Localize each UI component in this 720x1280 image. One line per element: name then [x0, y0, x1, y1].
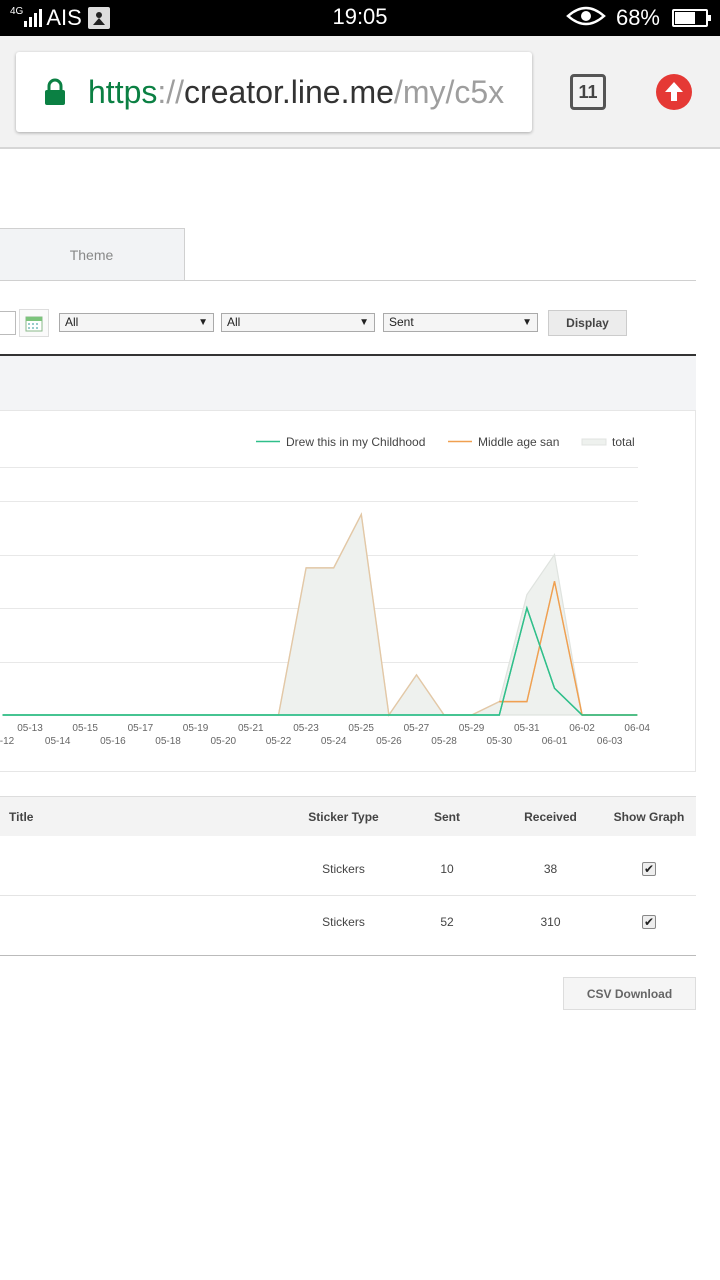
cell-title [0, 896, 292, 949]
calendar-icon[interactable] [19, 309, 49, 337]
x-tick-label: 05-14 [45, 736, 71, 747]
legend-swatch [581, 438, 607, 446]
x-tick-label: 05-22 [266, 736, 292, 747]
x-tick-label: 05-30 [487, 736, 513, 747]
tab-divider [0, 280, 696, 281]
dropdown-arrow-icon: ▼ [522, 317, 532, 328]
x-tick-label: 05-21 [238, 723, 264, 734]
cell-sent: 52 [440, 915, 454, 929]
browser-toolbar: https://creator.line.me/my/c5x 11 [0, 36, 720, 149]
dropdown-arrow-icon: ▼ [359, 317, 369, 328]
filter-select-2-value: All [227, 315, 241, 329]
x-tick-label: 05-24 [321, 736, 347, 747]
x-tick-label: 05-27 [404, 723, 430, 734]
x-tick-label: 05-23 [293, 723, 319, 734]
legend-label: total [612, 435, 635, 449]
chart-header-band [0, 356, 696, 410]
filter-select-3[interactable]: Sent ▼ [383, 313, 538, 332]
url-scheme: https [88, 74, 158, 110]
url-bar[interactable]: https://creator.line.me/my/c5x [16, 52, 532, 132]
x-tick-label: 05-29 [459, 723, 485, 734]
x-tick-label: 06-02 [569, 723, 595, 734]
url-path: /my/c5x [393, 74, 505, 110]
show-graph-checkbox[interactable]: ✔ [642, 915, 656, 929]
line-chart: 05-13 05-15 05-17 05-19 05-21 05-23 05-25 05-27… [0, 435, 650, 747]
x-tick-label: -12 [0, 736, 15, 747]
chart-panel: 05-13 05-15 05-17 05-19 05-21 05-23 05-25 05-27… [0, 410, 696, 772]
status-bar: 4G AIS 19:05 68% [0, 0, 720, 36]
cell-sticker-type: Stickers [322, 862, 365, 876]
x-tick-label: 05-15 [72, 723, 98, 734]
series-total-area [2, 512, 638, 717]
x-tick-label: 05-20 [211, 736, 237, 747]
x-tick-label: 05-13 [17, 723, 43, 734]
date-input[interactable] [0, 311, 16, 335]
cell-sent: 10 [440, 862, 454, 876]
url-text[interactable]: https://creator.line.me/my/c5x [88, 72, 504, 112]
tab-theme[interactable]: Theme [0, 228, 185, 280]
upload-icon[interactable] [656, 74, 692, 110]
table-row: Stickers 52 310 ✔ [0, 896, 696, 949]
header-title: Title [9, 810, 34, 824]
filter-select-1-value: All [65, 315, 79, 329]
x-tick-label: 05-31 [514, 723, 540, 734]
eye-icon [566, 6, 606, 31]
status-right: 68% [566, 4, 711, 32]
battery-icon [672, 9, 711, 27]
table-row: Stickers 10 38 ✔ [0, 843, 696, 896]
cell-received: 38 [543, 862, 558, 876]
csv-download-button[interactable]: CSV Download [563, 977, 696, 1010]
table-bottom-border [0, 955, 696, 956]
x-tick-label: 05-18 [155, 736, 181, 747]
legend-label: Middle age san [478, 435, 559, 449]
x-tick-label: 05-26 [376, 736, 402, 747]
header-sent: Sent [433, 810, 460, 824]
x-tick-label: 05-17 [128, 723, 154, 734]
header-received: Received [524, 810, 577, 824]
header-show-graph: Show Graph [613, 810, 685, 824]
url-host: creator.line.me [184, 74, 394, 110]
cell-sticker-type: Stickers [322, 915, 365, 929]
cell-title [0, 843, 292, 896]
show-graph-checkbox[interactable]: ✔ [642, 862, 656, 876]
lock-icon [45, 78, 65, 105]
cell-received: 310 [540, 915, 561, 929]
x-tick-label: 05-16 [100, 736, 126, 747]
table-header: Title Sticker Type Sent Received Show Gr… [0, 796, 696, 836]
filter-select-2[interactable]: All ▼ [221, 313, 375, 332]
filter-select-1[interactable]: All ▼ [59, 313, 214, 332]
x-tick-label: 05-28 [431, 736, 457, 747]
x-tick-label: 05-19 [183, 723, 209, 734]
url-separator: :// [157, 74, 185, 110]
x-tick-label: 06-03 [597, 736, 623, 747]
x-tick-label: 06-01 [542, 736, 568, 747]
tab-switcher-button[interactable]: 11 [570, 74, 606, 110]
battery-fill [675, 12, 696, 24]
dropdown-arrow-icon: ▼ [198, 317, 208, 328]
battery-percent: 68% [615, 5, 660, 30]
filter-select-3-value: Sent [389, 315, 414, 329]
display-button[interactable]: Display [548, 310, 627, 336]
legend-label: Drew this in my Childhood [286, 435, 425, 449]
x-tick-label: 06-04 [624, 723, 650, 734]
header-sticker-type: Sticker Type [308, 810, 379, 824]
x-tick-label: 05-25 [348, 723, 374, 734]
